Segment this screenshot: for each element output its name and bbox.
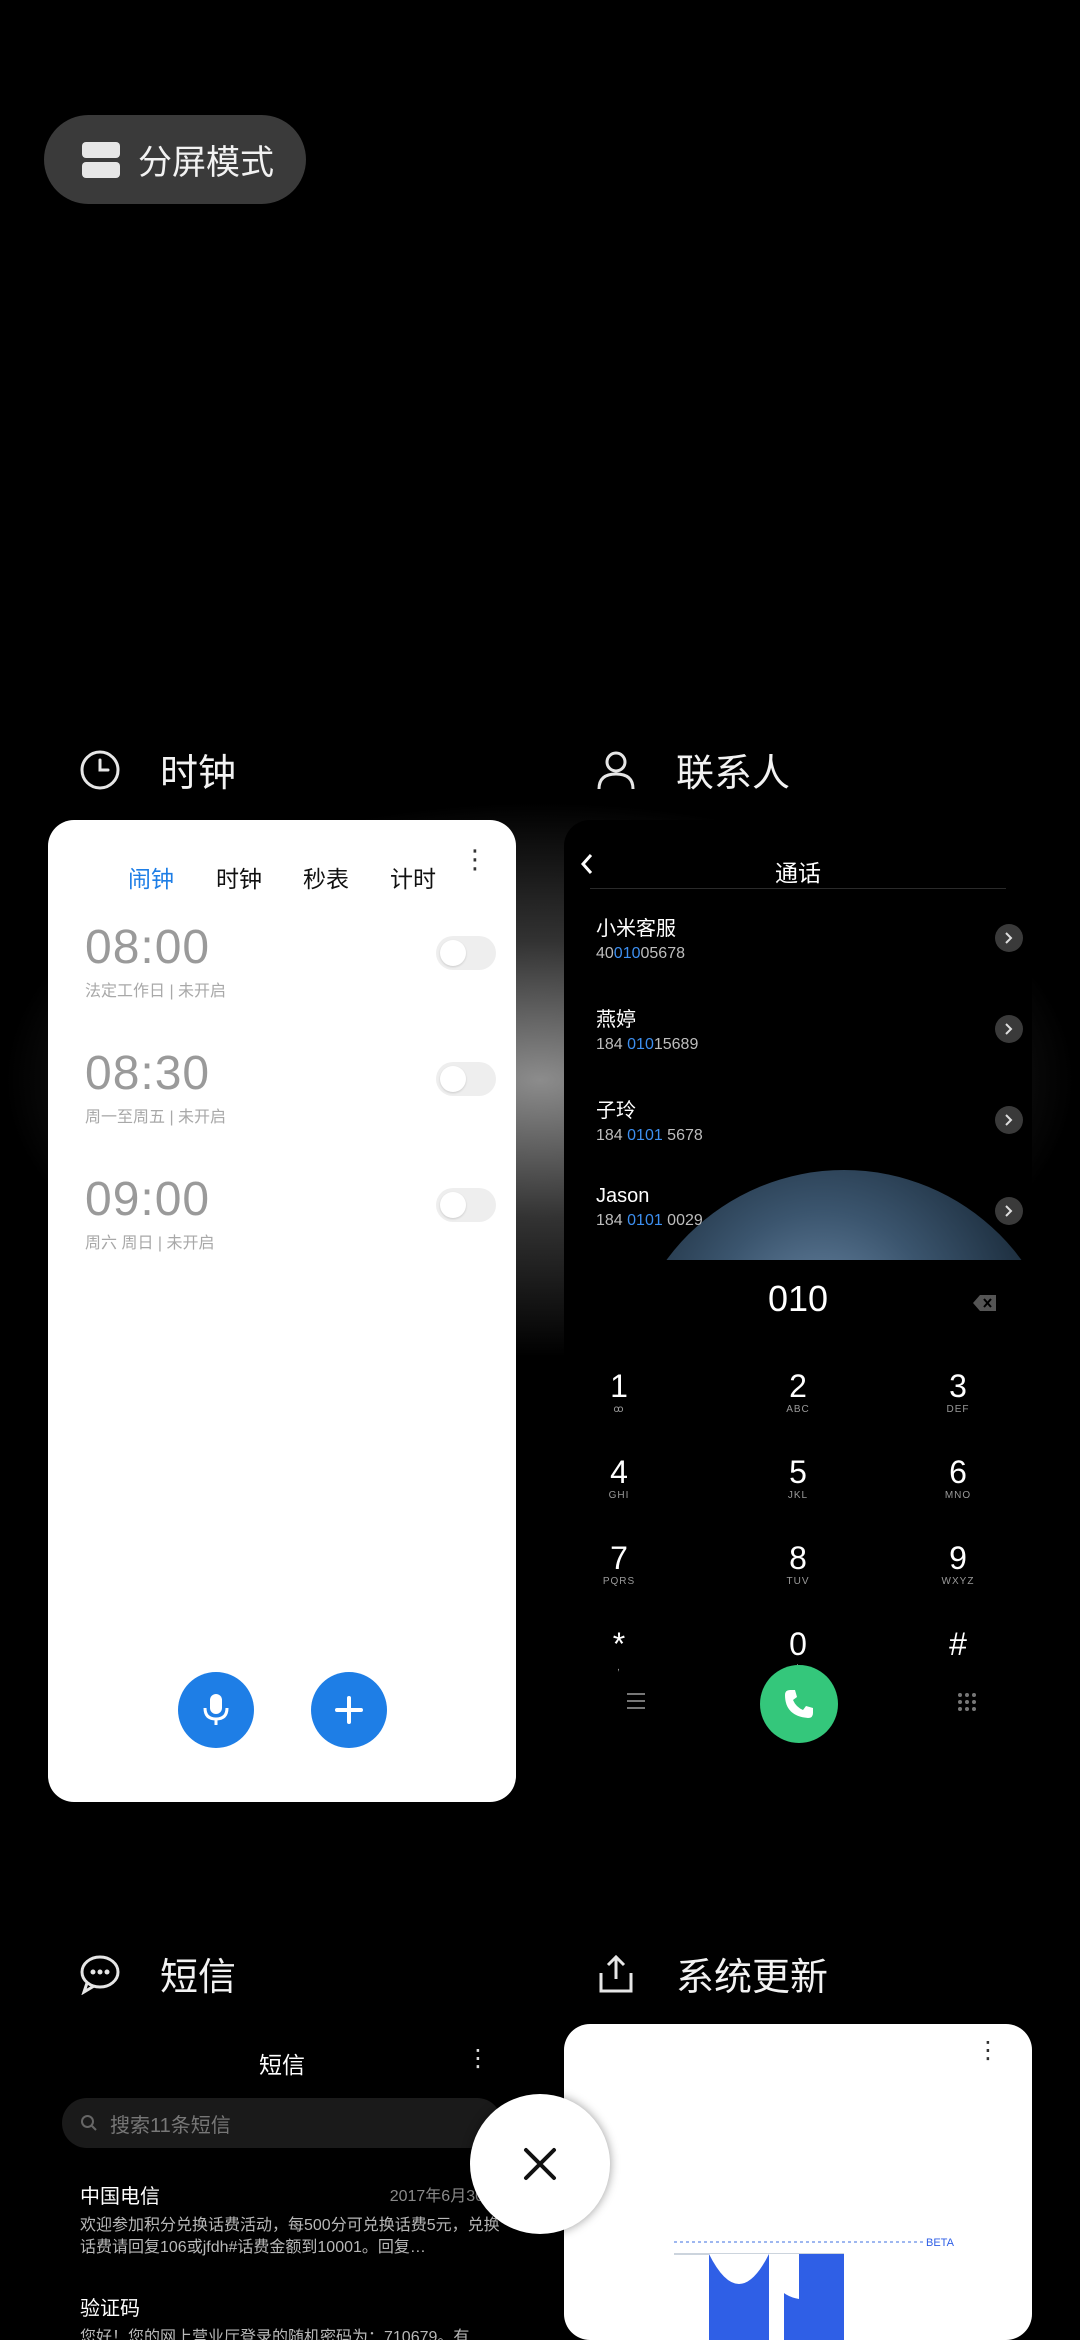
- upload-icon: [594, 1952, 638, 1996]
- contact-name: 子玲: [596, 1100, 636, 1122]
- close-icon: [524, 2148, 556, 2180]
- message-preview: 欢迎参加积分兑换话费活动，每500分可兑换话费5元，兑换话费请回复106或jfd…: [80, 2217, 500, 2256]
- chevron-right-icon[interactable]: [995, 924, 1023, 952]
- svg-text:BETA: BETA: [926, 2237, 955, 2249]
- search-placeholder: 搜索11条短信: [110, 2114, 231, 2137]
- phone-icon: [785, 1690, 813, 1718]
- split-screen-label: 分屏模式: [138, 144, 274, 182]
- contact-number: 4001005678: [596, 945, 685, 962]
- dial-key[interactable]: 5 JKL: [743, 1454, 853, 1524]
- dialer-header: 通话: [564, 842, 1032, 898]
- contact-number: 184 0101 5678: [596, 1127, 703, 1144]
- contact-number: 184 01015689: [596, 1036, 699, 1053]
- dial-key[interactable]: 7 PQRS: [564, 1540, 674, 1610]
- dial-key[interactable]: 6 MNO: [903, 1454, 1013, 1524]
- alarm-toggle[interactable]: [436, 1062, 496, 1096]
- update-app-title[interactable]: 系统更新: [594, 1946, 828, 2001]
- contact-number: 184 0101 0029: [596, 1212, 703, 1229]
- contacts-app-card[interactable]: 通话 小米客服 4001005678 燕婷 184 01015689 子玲 18…: [564, 820, 1032, 1802]
- update-app-name: 系统更新: [676, 1957, 829, 1999]
- dial-key[interactable]: 1ꝏ: [564, 1368, 674, 1438]
- microphone-icon: [203, 1694, 229, 1725]
- contacts-app-name: 联系人: [676, 753, 791, 795]
- split-screen-button[interactable]: 分屏模式: [44, 115, 306, 204]
- alarm-time: 08:00: [85, 921, 211, 974]
- clock-icon: [78, 748, 122, 792]
- tab-alarm[interactable]: 闹钟: [128, 860, 174, 894]
- contact-row[interactable]: 小米客服 4001005678: [596, 912, 1023, 972]
- alarm-item[interactable]: 08:30 周一至周五 | 未开启: [85, 1046, 496, 1136]
- contact-row[interactable]: 子玲 184 0101 5678: [596, 1094, 1023, 1154]
- message-item[interactable]: 验证码 您好！您的网上营业厅登录的随机密码为：710679。有: [80, 2292, 500, 2340]
- search-icon: [81, 2115, 97, 2131]
- update-app-card[interactable]: ⋮ BETA: [564, 2024, 1032, 2340]
- clock-tab-bar: 闹钟 时钟 秒表 计时: [48, 842, 516, 912]
- tab-stopwatch[interactable]: 秒表: [303, 860, 349, 894]
- more-icon[interactable]: ⋮: [466, 2044, 490, 2073]
- alarm-item[interactable]: 09:00 周六 周日 | 未开启: [85, 1172, 496, 1262]
- chevron-right-icon[interactable]: [995, 1106, 1023, 1134]
- dial-key[interactable]: 2 ABC: [743, 1368, 853, 1438]
- add-alarm-button[interactable]: [311, 1672, 387, 1748]
- alarm-detail: 周六 周日 | 未开启: [85, 1235, 215, 1252]
- chevron-right-icon[interactable]: [995, 1015, 1023, 1043]
- clock-app-title[interactable]: 时钟: [78, 742, 236, 797]
- dial-key[interactable]: *,: [564, 1626, 674, 1696]
- alarm-time: 09:00: [85, 1173, 211, 1226]
- split-screen-icon: [82, 141, 120, 178]
- alarm-item[interactable]: 08:00 法定工作日 | 未开启: [85, 920, 496, 1010]
- message-icon: [78, 1952, 122, 1996]
- alarm-detail: 法定工作日 | 未开启: [85, 983, 227, 1000]
- dial-key[interactable]: 8 TUV: [743, 1540, 853, 1610]
- dial-key[interactable]: 3 DEF: [903, 1368, 1013, 1438]
- dial-key[interactable]: #: [903, 1626, 1013, 1696]
- dial-key[interactable]: 4 GHI: [564, 1454, 674, 1524]
- contact-row[interactable]: Jason 184 0101 0029: [596, 1185, 1023, 1245]
- sms-header-title: 短信: [259, 2052, 305, 2078]
- message-sender: 验证码: [80, 2298, 140, 2320]
- alarm-toggle[interactable]: [436, 936, 496, 970]
- tab-timer[interactable]: 计时: [390, 860, 436, 894]
- message-item[interactable]: 中国电信 2017年6月30日 欢迎参加积分兑换话费活动，每500分可兑换话费5…: [80, 2180, 500, 2259]
- contact-name: Jason: [596, 1185, 650, 1207]
- contact-row[interactable]: 燕婷 184 01015689: [596, 1003, 1023, 1063]
- clock-app-card[interactable]: 闹钟 时钟 秒表 计时 ⋮ 08:00 法定工作日 | 未开启 08:30 周一…: [48, 820, 516, 1802]
- clock-app-name: 时钟: [160, 753, 237, 795]
- backspace-icon[interactable]: [972, 1294, 998, 1317]
- alarm-detail: 周一至周五 | 未开启: [85, 1109, 227, 1126]
- contact-name: 燕婷: [596, 1009, 636, 1031]
- more-icon[interactable]: ⋮: [462, 844, 488, 875]
- alarm-toggle[interactable]: [436, 1188, 496, 1222]
- sms-search-input[interactable]: 搜索11条短信: [62, 2098, 502, 2148]
- beta-illustration: BETA: [674, 2237, 955, 2340]
- message-preview: 您好！您的网上营业厅登录的随机密码为：710679。有: [80, 2329, 470, 2340]
- contact-name: 小米客服: [596, 918, 676, 940]
- sms-app-title[interactable]: 短信: [78, 1946, 236, 2001]
- contacts-app-title[interactable]: 联系人: [594, 742, 790, 797]
- clear-all-button[interactable]: [470, 2094, 610, 2234]
- call-button[interactable]: [760, 1665, 838, 1743]
- dialpad-icon[interactable]: [957, 1692, 977, 1717]
- sms-app-card[interactable]: 短信 ⋮ 搜索11条短信 中国电信 2017年6月30日 欢迎参加积分兑换话费活…: [48, 2024, 516, 2340]
- chevron-right-icon[interactable]: [995, 1197, 1023, 1225]
- alarm-time: 08:30: [85, 1047, 211, 1100]
- dialer-title: 通话: [775, 860, 821, 886]
- menu-icon[interactable]: [626, 1692, 646, 1715]
- sms-app-name: 短信: [160, 1957, 237, 1999]
- tab-clock[interactable]: 时钟: [216, 860, 262, 894]
- dial-key[interactable]: 9 WXYZ: [903, 1540, 1013, 1610]
- dial-number-display: 010: [767, 1278, 829, 1319]
- person-icon: [594, 748, 638, 792]
- plus-icon: [335, 1696, 363, 1724]
- voice-alarm-button[interactable]: [178, 1672, 254, 1748]
